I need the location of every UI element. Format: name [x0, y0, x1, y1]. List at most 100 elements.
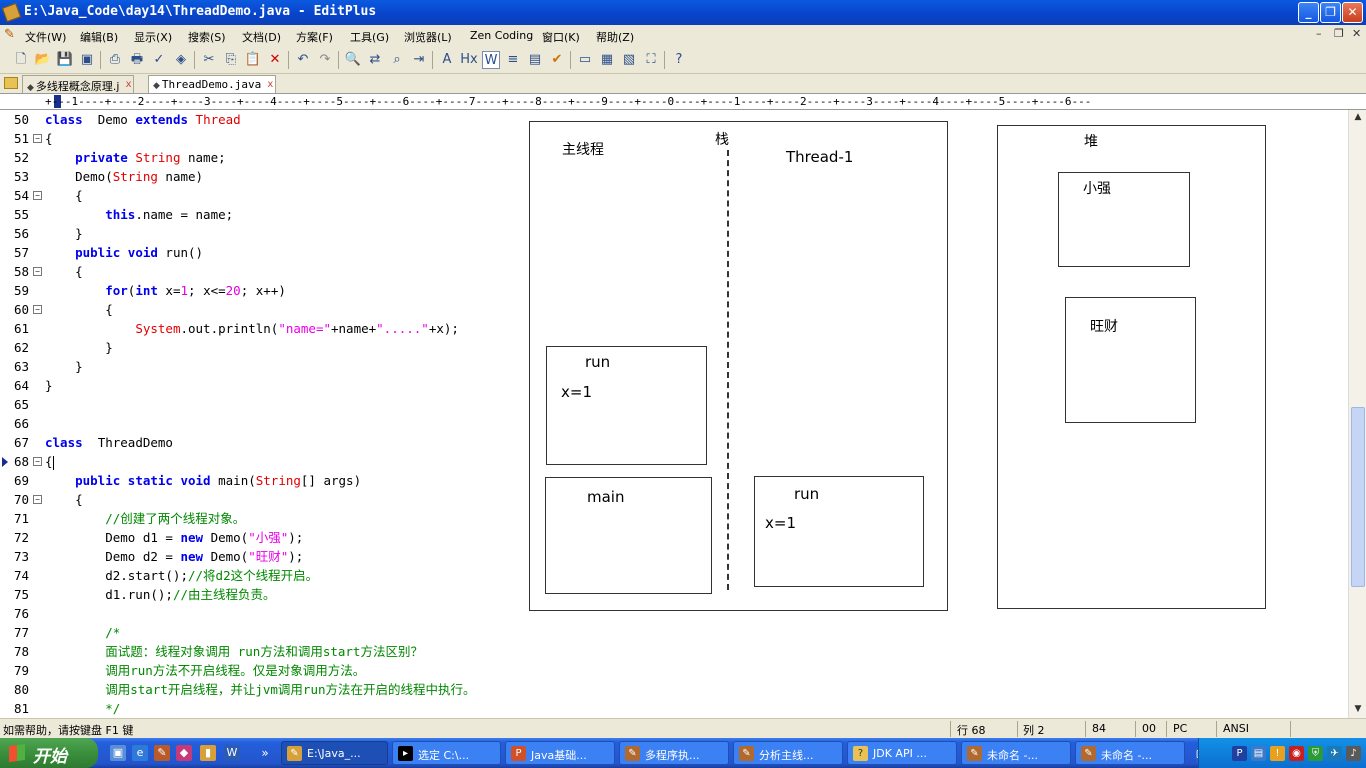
code-text[interactable]: d2.start();//将d2这个线程开启。 — [45, 566, 318, 585]
print-icon[interactable]: 🖶 — [128, 51, 146, 69]
fold-toggle-icon[interactable]: − — [33, 191, 42, 200]
code-text[interactable]: } — [45, 376, 53, 395]
code-text[interactable]: d1.run();//由主线程负责。 — [45, 585, 275, 604]
goto-icon[interactable]: ⇥ — [410, 51, 428, 69]
delete-icon[interactable]: ✕ — [266, 51, 284, 69]
code-text[interactable]: class ThreadDemo — [45, 433, 173, 452]
task-paint-4[interactable]: ✎ 未命名 -... — [1075, 741, 1185, 765]
word-icon[interactable]: W — [224, 745, 240, 761]
fullscreen-icon[interactable]: ⛶ — [642, 51, 660, 69]
menu-window[interactable]: 窗口(K) — [542, 29, 580, 45]
code-text[interactable]: public void run() — [45, 243, 203, 262]
dir-icon[interactable]: ▦ — [598, 51, 616, 69]
fold-toggle-icon[interactable]: − — [33, 457, 42, 466]
find-in-files-icon[interactable]: ⌕ — [388, 51, 406, 69]
close-button[interactable]: ✕ — [1342, 2, 1363, 23]
line-number-icon[interactable]: ≡ — [504, 51, 522, 69]
tab-thread-concept[interactable]: ◆ 多线程概念原理.j x — [22, 75, 135, 93]
code-editor[interactable]: 50 class Demo extends Thread 51−{52 privat… — [0, 110, 1366, 718]
menu-help[interactable]: 帮助(Z) — [596, 29, 634, 45]
ime-icon[interactable]: P — [1232, 746, 1247, 761]
tab-threaddemo[interactable]: ◆ ThreadDemo.java x — [148, 75, 277, 93]
fold-toggle-icon[interactable]: − — [33, 267, 42, 276]
browser-icon[interactable]: ◈ — [172, 51, 190, 69]
code-line[interactable]: 80 调用start开启线程，并让jvm调用run方法在开启的线程中执行。 — [0, 680, 1348, 699]
task-paint-1[interactable]: ✎ 多程序执... — [619, 741, 729, 765]
fold-toggle-icon[interactable]: − — [33, 495, 42, 504]
mdi-restore-button[interactable]: ❐ — [1334, 27, 1344, 40]
code-text[interactable]: /* — [45, 623, 120, 642]
hex-icon[interactable]: Hx — [460, 51, 478, 69]
code-line[interactable]: 77 /* — [0, 623, 1348, 642]
code-line[interactable]: 81 */ — [0, 699, 1348, 718]
word-wrap-icon[interactable]: W — [482, 51, 500, 69]
menu-zen-coding[interactable]: Zen Coding — [470, 29, 533, 42]
menu-browser[interactable]: 浏览器(L) — [404, 29, 452, 45]
redo-icon[interactable]: ↷ — [316, 51, 334, 69]
code-text[interactable]: 面试题：线程对象调用 run方法和调用start方法区别？ — [45, 642, 423, 661]
code-line[interactable]: 78 面试题：线程对象调用 run方法和调用start方法区别？ — [0, 642, 1348, 661]
code-text[interactable]: this.name = name; — [45, 205, 233, 224]
code-text[interactable]: for(int x=1; x<=20; x++) — [45, 281, 286, 300]
start-button[interactable]: 开始 — [0, 738, 98, 768]
undo-icon[interactable]: ↶ — [294, 51, 312, 69]
cliptext-icon[interactable]: ▧ — [620, 51, 638, 69]
menu-file[interactable]: 文件(W) — [25, 29, 66, 45]
code-text[interactable]: } — [45, 338, 113, 357]
spellcheck-icon[interactable]: ✓ — [150, 51, 168, 69]
minimize-button[interactable]: _ — [1298, 2, 1319, 23]
copy-icon[interactable]: ⎘ — [222, 51, 240, 69]
code-text[interactable]: { — [45, 186, 83, 205]
new-icon[interactable]: 🗋 — [12, 51, 30, 69]
task-editplus[interactable]: ✎ E:\Java_... — [281, 741, 388, 765]
save-all-icon[interactable]: ▣ — [78, 51, 96, 69]
menu-view[interactable]: 显示(X) — [134, 29, 172, 45]
security-icon[interactable]: ! — [1270, 746, 1285, 761]
code-text[interactable]: Demo d2 = new Demo("旺财"); — [45, 547, 303, 566]
app-quicklaunch-icon[interactable]: ◆ — [176, 745, 192, 761]
ie-icon[interactable]: e — [132, 745, 148, 761]
code-text[interactable]: { — [45, 452, 54, 471]
task-jdk-api[interactable]: ? JDK API ... — [847, 741, 957, 765]
code-text[interactable]: class Demo extends Thread — [45, 110, 241, 129]
open-icon[interactable]: 📂 — [34, 51, 52, 69]
fold-toggle-icon[interactable]: − — [33, 305, 42, 314]
task-paint-2[interactable]: ✎ 分析主线... — [733, 741, 843, 765]
output-icon[interactable]: ▭ — [576, 51, 594, 69]
task-cmd[interactable]: ▸ 选定 C:\... — [392, 741, 501, 765]
replace-icon[interactable]: ⇄ — [366, 51, 384, 69]
folder-icon[interactable] — [4, 77, 18, 89]
cut-icon[interactable]: ✂ — [200, 51, 218, 69]
code-text[interactable]: { — [45, 129, 53, 148]
code-text[interactable]: Demo d1 = new Demo("小强"); — [45, 528, 303, 547]
mdi-minimize-button[interactable]: – — [1316, 27, 1322, 40]
code-text[interactable]: { — [45, 300, 113, 319]
fold-toggle-icon[interactable]: − — [33, 134, 42, 143]
menu-tools[interactable]: 工具(G) — [350, 29, 389, 45]
code-text[interactable]: System.out.println("name="+name+"....."+… — [45, 319, 459, 338]
menu-edit[interactable]: 编辑(B) — [80, 29, 118, 45]
task-paint-3[interactable]: ✎ 未命名 -... — [961, 741, 1071, 765]
folder-quicklaunch-icon[interactable]: ▮ — [200, 745, 216, 761]
code-text[interactable]: 调用run方法不开启线程。仅是对象调用方法。 — [45, 661, 365, 680]
mdi-close-button[interactable]: ✕ — [1352, 27, 1361, 40]
print-preview-icon[interactable]: ⎙ — [106, 51, 124, 69]
restore-button[interactable]: ❐ — [1320, 2, 1341, 23]
code-text[interactable]: } — [45, 224, 83, 243]
menu-document[interactable]: 文档(D) — [242, 29, 281, 45]
code-line[interactable]: 79 调用run方法不开启线程。仅是对象调用方法。 — [0, 661, 1348, 680]
help-icon[interactable]: ? — [670, 51, 688, 69]
scroll-up-icon[interactable]: ▲ — [1351, 110, 1365, 124]
menu-project[interactable]: 方案(F) — [296, 29, 333, 45]
network-icon[interactable]: ▤ — [1251, 746, 1266, 761]
task-ppt[interactable]: P Java基础... — [505, 741, 615, 765]
code-text[interactable]: */ — [45, 699, 120, 718]
paint-quicklaunch-icon[interactable]: ✎ — [154, 745, 170, 761]
code-text[interactable]: 调用start开启线程，并让jvm调用run方法在开启的线程中执行。 — [45, 680, 475, 699]
menu-search[interactable]: 搜索(S) — [188, 29, 226, 45]
quicklaunch-more-icon[interactable]: » — [257, 745, 273, 761]
code-text[interactable]: public static void main(String[] args) — [45, 471, 361, 490]
tray-app-icon[interactable]: ✈ — [1327, 746, 1342, 761]
vertical-scrollbar[interactable]: ▲ ▼ — [1348, 110, 1366, 718]
column-icon[interactable]: ▤ — [526, 51, 544, 69]
